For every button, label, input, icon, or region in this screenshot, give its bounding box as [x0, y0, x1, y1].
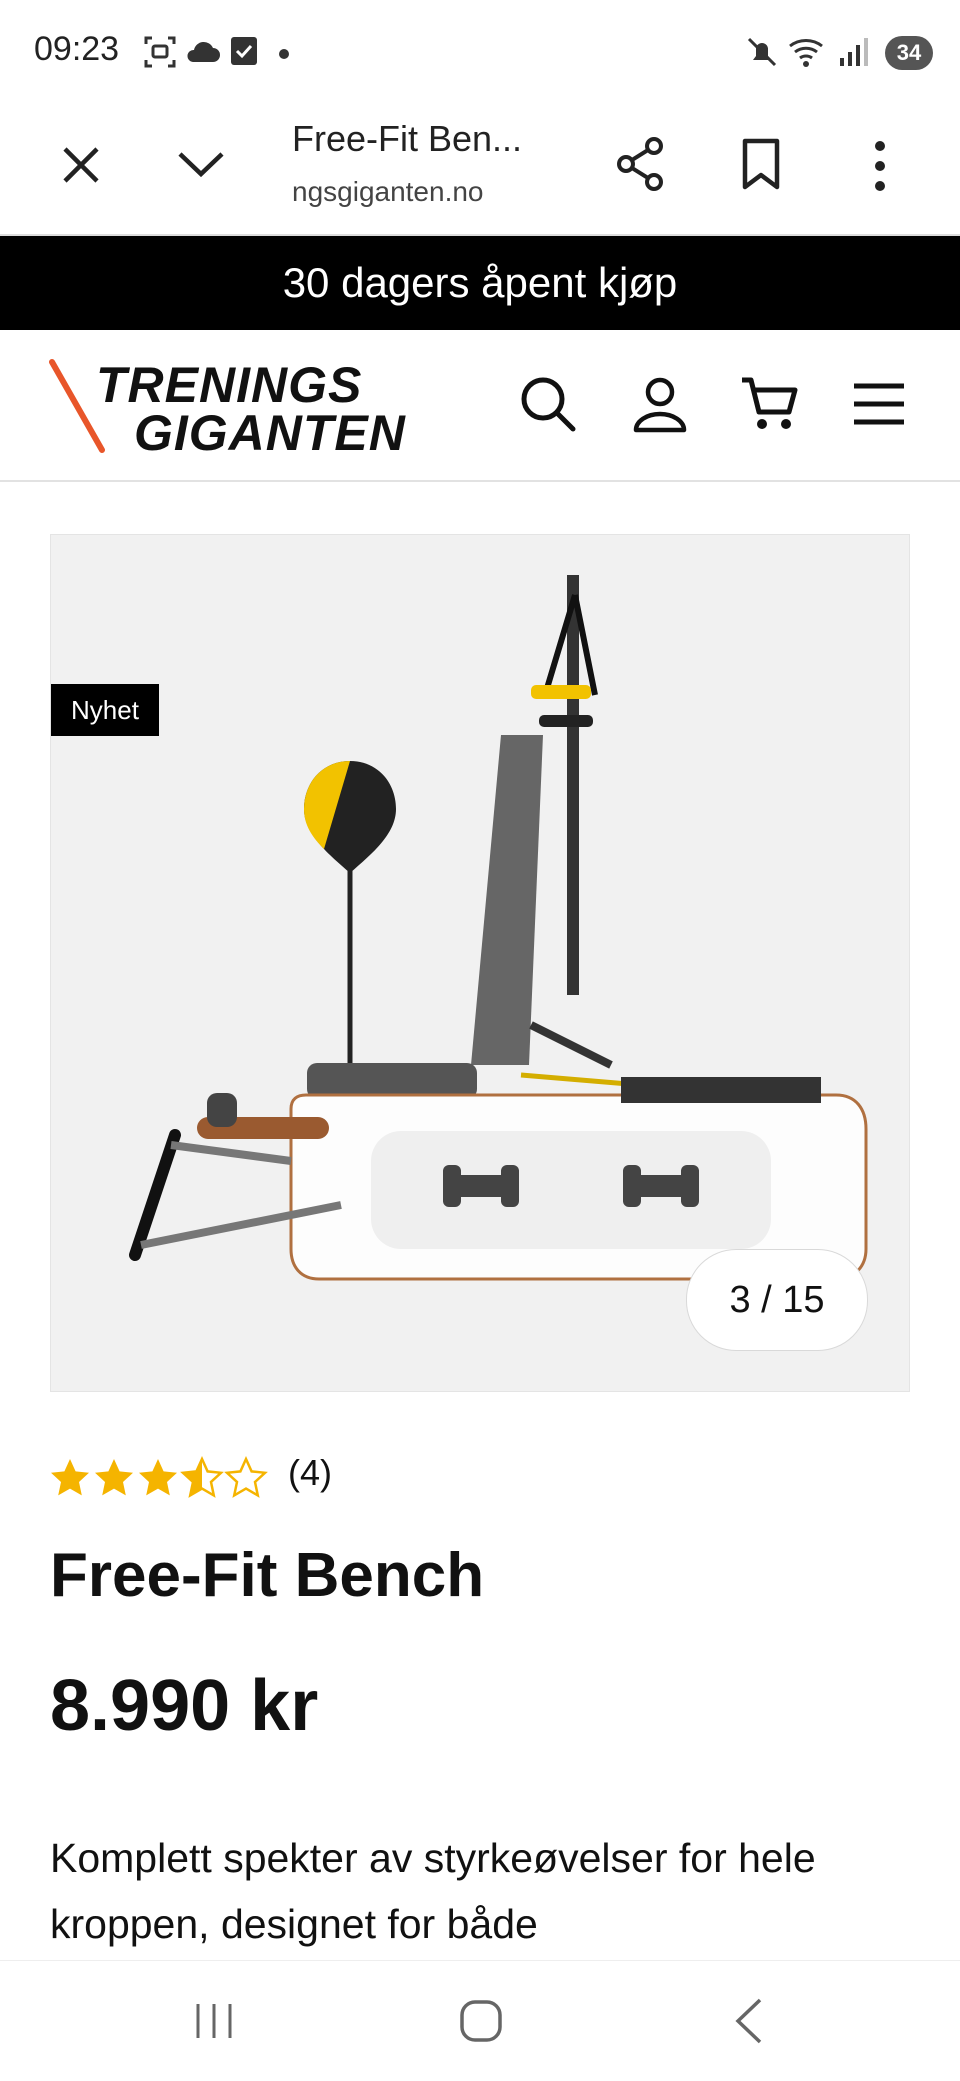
promo-banner: 30 dagers åpent kjøp — [0, 236, 960, 330]
bookmark-icon[interactable] — [738, 136, 784, 192]
page-url[interactable]: ngsgiganten.no — [292, 176, 532, 208]
product-description: Komplett spekter av styrkeøvelser for he… — [50, 1835, 816, 1947]
search-icon[interactable] — [518, 374, 578, 434]
battery-icon: 34 — [885, 36, 933, 70]
home-icon[interactable] — [458, 1998, 504, 2044]
close-icon[interactable] — [58, 142, 104, 188]
rating-count[interactable]: (4) — [288, 1452, 332, 1494]
logo-line1[interactable]: TRENINGS — [96, 360, 362, 410]
status-time: 09:23 — [34, 30, 120, 68]
screenshot-icon — [144, 36, 176, 68]
product-title: Free-Fit Bench — [50, 1541, 485, 1610]
new-badge: Nyhet — [51, 684, 159, 736]
product-price: 8.990 kr — [50, 1666, 319, 1746]
rating-stars[interactable] — [50, 1455, 280, 1504]
page-tab-title[interactable]: Free-Fit Ben... — [292, 118, 592, 160]
star-rating-icon — [51, 1457, 267, 1497]
menu-icon[interactable] — [852, 380, 906, 428]
dot-icon — [279, 49, 289, 59]
logo-line2[interactable]: GIGANTEN — [134, 408, 406, 458]
account-icon[interactable] — [630, 374, 690, 434]
chevron-down-icon[interactable] — [176, 144, 226, 184]
cloud-icon — [187, 41, 220, 62]
more-icon[interactable] — [868, 138, 892, 194]
back-icon[interactable] — [732, 1996, 766, 2046]
share-icon[interactable] — [614, 136, 666, 192]
signal-icon — [840, 38, 868, 66]
recent-apps-icon[interactable] — [190, 2000, 238, 2042]
cart-icon[interactable] — [738, 372, 800, 434]
mute-icon — [747, 37, 777, 67]
image-counter: 3 / 15 — [686, 1249, 868, 1351]
checkbox-icon — [231, 37, 257, 65]
wifi-icon — [789, 39, 823, 67]
